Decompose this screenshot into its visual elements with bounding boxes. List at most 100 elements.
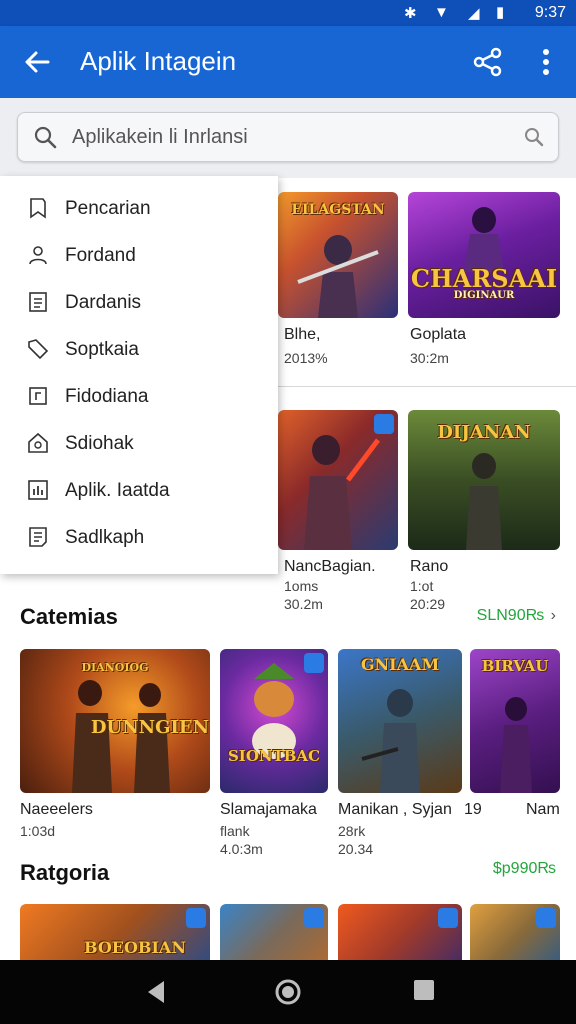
bookmark-icon	[30, 198, 46, 219]
list-icon	[29, 527, 47, 547]
battery-icon: ▮	[496, 4, 505, 21]
dropdown-menu: Pencarian Fordand Dardanis Soptkaia Fido…	[0, 176, 278, 574]
see-all-label: $р990₨	[492, 860, 556, 877]
app-card[interactable]: SIONTBAC Slamajamaka flank 4.0:3m	[220, 649, 328, 859]
menu-item-aplik-iaatda[interactable]: Aplik. Iaatda	[0, 468, 278, 515]
app-card[interactable]: DIANOIOG DUNNGIEN Naeeelers 1:03d	[20, 649, 210, 849]
see-all-label: SLN90₨	[476, 607, 545, 624]
app-title: Manikan , Syjan	[338, 801, 452, 818]
page-title: Aplik Intagein	[80, 46, 237, 76]
menu-item-soptkaia[interactable]: Soptkaia	[0, 327, 278, 374]
search-bar[interactable]	[17, 112, 559, 162]
app-card[interactable]	[338, 904, 462, 974]
app-art-subtitle: DUNNGIEN	[90, 717, 210, 738]
section-title: Catemias	[20, 604, 118, 629]
back-arrow-icon[interactable]	[18, 42, 58, 82]
app-rating: 1oms	[284, 578, 319, 594]
app-thumbnail: DIANOIOG DUNNGIEN	[20, 649, 210, 793]
app-thumbnail: CHARSAAI DIGINAUR	[408, 192, 560, 318]
home-icon	[28, 432, 48, 453]
app-thumbnail: EILAGSTAN	[278, 192, 398, 318]
divider	[276, 386, 576, 387]
search-submit-icon[interactable]	[522, 125, 546, 149]
app-title: Rano	[410, 558, 449, 575]
app-rating: flank	[220, 823, 250, 839]
tag-icon	[28, 339, 49, 360]
app-art-title: CHARSAAI	[410, 264, 558, 293]
menu-item-fidodiana[interactable]: Fidodiana	[0, 374, 278, 421]
menu-item-sadlkaph[interactable]: Sadlkaph	[0, 515, 278, 562]
back-nav-icon[interactable]	[144, 978, 168, 1006]
search-input[interactable]	[70, 121, 510, 153]
app-card[interactable]: BIRVAU 19 Nam	[464, 649, 560, 849]
app-title: Slamajamaka	[220, 801, 317, 818]
app-card[interactable]: EILAGSTAN Blhe, 2013%	[278, 192, 398, 372]
app-size: 1:03d	[20, 823, 56, 839]
signal-icon: ◢	[468, 5, 480, 22]
see-all-link[interactable]: SLN90₨ ›	[477, 607, 556, 625]
app-rating: 1:ot	[410, 578, 434, 594]
menu-item-label: Fordand	[65, 245, 136, 266]
hero-figure-art	[297, 235, 379, 318]
app-bar: Aplik Intagein	[0, 26, 576, 98]
menu-item-dardanis[interactable]: Dardanis	[0, 280, 278, 327]
update-badge-icon	[304, 908, 324, 928]
recents-nav-icon[interactable]	[412, 978, 436, 1002]
app-size: 20:29	[410, 596, 446, 612]
app-card[interactable]: DIJANAN Rano 1:ot 20:29	[408, 410, 560, 612]
section-title: Ratgoria	[20, 860, 110, 885]
hero-figure-art	[466, 453, 502, 550]
app-art-title: BOEOBIAN	[84, 938, 186, 957]
more-options-icon[interactable]	[530, 44, 562, 80]
update-badge-icon	[438, 908, 458, 928]
status-time: 9:37	[534, 4, 566, 21]
menu-item-label: Fidodiana	[65, 386, 149, 407]
hero-figure-art	[252, 663, 296, 759]
app-card[interactable]: CHARSAAI DIGINAUR Goplata 30:2m	[408, 192, 560, 372]
update-badge-icon	[186, 908, 206, 928]
menu-item-fordand[interactable]: Fordand	[0, 233, 278, 280]
hero-figure-art	[361, 689, 420, 793]
app-thumbnail: SIONTBAC	[220, 649, 328, 793]
app-rating: 28rk	[338, 823, 366, 839]
chart-icon	[28, 480, 48, 500]
menu-item-label: Sdiohak	[65, 433, 134, 454]
app-card[interactable]	[220, 904, 328, 974]
menu-item-label: Aplik. Iaatda	[65, 480, 170, 501]
square-icon	[29, 387, 47, 405]
app-card[interactable]: BOEOBIAN	[20, 904, 210, 974]
share-icon[interactable]	[470, 44, 506, 80]
menu-item-label: Sadlkaph	[65, 527, 145, 548]
menu-item-label: Soptkaia	[65, 339, 139, 360]
person-icon	[29, 246, 47, 265]
app-title-extra: Nam	[526, 801, 560, 818]
menu-item-sdiohak[interactable]: Sdiohak	[0, 421, 278, 468]
app-title: Goplata	[410, 326, 467, 343]
menu-item-label: Pencarian	[65, 198, 151, 219]
home-nav-icon[interactable]	[274, 978, 302, 1006]
chevron-right-icon: ›	[550, 607, 556, 624]
app-title: 19	[464, 801, 482, 818]
app-card[interactable]: GNIAAM Manikan , Syjan 28rk 20.34	[338, 649, 462, 859]
app-thumbnail: BIRVAU	[470, 649, 560, 793]
app-size: 30:2m	[410, 350, 449, 366]
menu-item-pencarian[interactable]: Pencarian	[0, 186, 278, 233]
app-card[interactable]: NancBagian. 1oms 30.2m	[278, 410, 398, 612]
app-art-title: SIONTBAC	[227, 747, 321, 765]
app-title: NancBagian.	[284, 558, 376, 575]
menu-item-label: Dardanis	[65, 292, 142, 313]
app-thumbnail: DIJANAN	[408, 410, 560, 550]
app-thumbnail	[278, 410, 398, 550]
bluetooth-icon: ✱	[404, 5, 417, 22]
see-all-link[interactable]: $р990₨	[493, 860, 556, 878]
app-size: 2013%	[284, 350, 328, 366]
search-area	[0, 98, 576, 178]
app-title: Naeeelers	[20, 801, 93, 818]
status-bar: ✱ ▼ ◢ ▮ 9:37	[0, 0, 576, 26]
app-thumbnail: GNIAAM	[338, 649, 462, 793]
app-art-subtitle: DIGINAUR	[453, 290, 515, 301]
app-card[interactable]	[470, 904, 560, 974]
wifi-icon: ▼	[434, 4, 449, 21]
hero-figure-art	[304, 435, 380, 550]
system-navigation-bar	[0, 960, 576, 1024]
